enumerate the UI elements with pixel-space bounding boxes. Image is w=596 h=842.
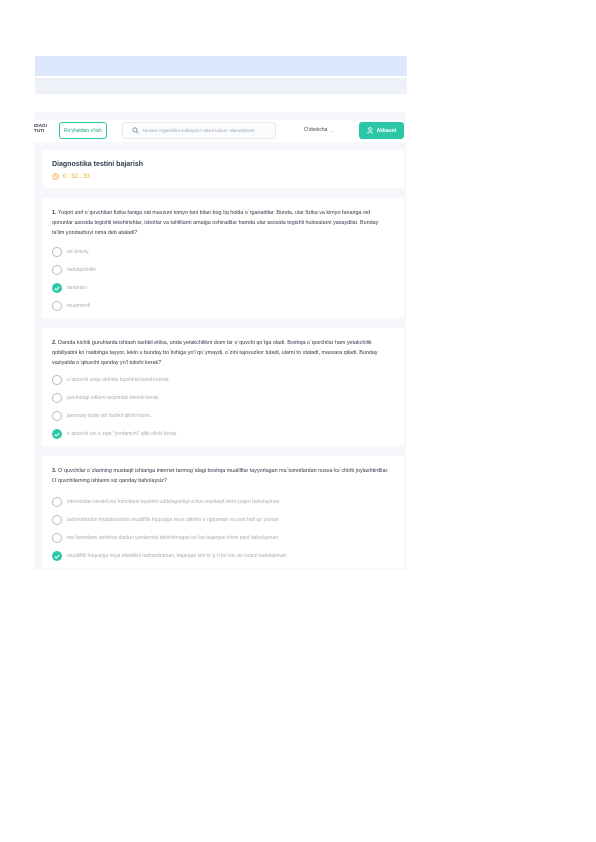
radio-button[interactable] (52, 393, 62, 403)
question-body: Darsda kichik guruhlarda ishlash tashkil… (52, 340, 378, 366)
radio-button[interactable] (52, 301, 62, 311)
answer-option[interactable]: jamoaviy ijodiy ish tashkil qilishi lozi… (52, 410, 151, 422)
option-label: fanlararo (67, 285, 87, 291)
question-card-3: 3. O`quvchilar o`zlarining mustaqil ishl… (42, 456, 404, 568)
option-label: axborotlardan foydalanishda mualliflik h… (67, 517, 279, 523)
answer-option[interactable]: tadqiqotchilik (52, 264, 96, 276)
radio-button[interactable] (52, 533, 62, 543)
language-selector[interactable]: O'zbekcha ⌄ (304, 124, 334, 136)
option-label: o`qituvchi uni o`ziga "yordamchi" qilib … (67, 431, 178, 437)
checkmark-icon[interactable] (52, 283, 62, 293)
option-label: guruhdagi rollarni taqsimlab berishi ker… (67, 395, 160, 401)
register-button[interactable]: Ro'yhatdan o'tish (59, 122, 107, 139)
question-card-1: 1. Yuqori sinf o`quvchilari fizika fanig… (42, 198, 404, 318)
search-placeholder: Nimani o'rganishni xohlaysiz? Misol uchu… (143, 128, 255, 133)
timer: 0 : 32 : 33 (52, 173, 90, 180)
radio-button[interactable] (52, 515, 62, 525)
option-label: tadqiqotchilik (67, 267, 96, 273)
answer-option[interactable]: an`anaviy (52, 246, 89, 258)
top-navigation: IDAGI TUTI Ro'yhatdan o'tish Nimani o'rg… (34, 120, 406, 142)
answer-option[interactable]: internetdan kerakli ma`lumotlarni topish… (52, 496, 279, 508)
radio-button[interactable] (52, 265, 62, 275)
account-label: Akkaunt (376, 127, 397, 134)
timer-value: 0 : 32 : 33 (63, 173, 90, 180)
answer-option-selected[interactable]: mualliflik huquqiga rioya etishlikni tus… (52, 550, 286, 562)
site-logo[interactable]: IDAGI TUTI (34, 123, 47, 133)
checkmark-icon[interactable] (52, 429, 62, 439)
test-header-card: Diagnostika testini bajarish 0 : 32 : 33 (42, 150, 404, 188)
option-label: an`anaviy (67, 249, 89, 255)
question-body: Yuqori sinf o`quvchilari fizika faniga o… (52, 210, 379, 236)
top-banner-bar (35, 56, 407, 76)
question-text: 2. Darsda kichik guruhlarda ishlash tash… (52, 338, 392, 368)
answer-option[interactable]: guruhdagi rollarni taqsimlab berishi ker… (52, 392, 160, 404)
question-body: O`quvchilar o`zlarining mustaqil ishlari… (52, 468, 389, 484)
question-number: 3. (52, 468, 57, 474)
search-icon (130, 126, 140, 136)
user-icon (366, 127, 373, 134)
account-button[interactable]: Akkaunt (359, 122, 404, 139)
sub-banner-bar (35, 78, 407, 94)
page-title: Diagnostika testini bajarish (52, 161, 144, 168)
answer-option[interactable]: axborotlardan foydalanishda mualliflik h… (52, 514, 279, 526)
question-card-2: 2. Darsda kichik guruhlarda ishlash tash… (42, 328, 404, 446)
option-label: ma`lumotlarni antivirus dasturi yordamid… (67, 535, 278, 541)
answer-option[interactable]: ma`lumotlarni antivirus dasturi yordamid… (52, 532, 278, 544)
page-frame: IDAGI TUTI Ro'yhatdan o'tish Nimani o'rg… (34, 112, 406, 570)
checkmark-icon[interactable] (52, 551, 62, 561)
answer-option[interactable]: o`qituvchi unga alohida topshiriq berish… (52, 374, 170, 386)
radio-button[interactable] (52, 497, 62, 507)
option-label: mualliflik huquqiga rioya etishlikni tus… (67, 553, 287, 559)
radio-button[interactable] (52, 411, 62, 421)
question-number: 1. (52, 210, 57, 216)
question-number: 2. (52, 340, 57, 346)
question-text: 1. Yuqori sinf o`quvchilari fizika fanig… (52, 208, 392, 238)
logo-line-2: TUTI (34, 128, 45, 133)
option-label: internetdan kerakli ma`lumotlarni topish… (67, 499, 280, 505)
answer-option[interactable]: muammoli (52, 300, 90, 312)
option-label: o`qituvchi unga alohida topshiriq berish… (67, 377, 170, 383)
chevron-down-icon: ⌄ (330, 127, 334, 133)
question-text: 3. O`quvchilar o`zlarining mustaqil ishl… (52, 466, 392, 486)
radio-button[interactable] (52, 247, 62, 257)
answer-option-selected[interactable]: fanlararo (52, 282, 87, 294)
answer-option-selected[interactable]: o`qituvchi uni o`ziga "yordamchi" qilib … (52, 428, 178, 440)
option-label: muammoli (67, 303, 91, 309)
language-label: O'zbekcha (304, 127, 328, 133)
clock-icon (52, 173, 59, 180)
radio-button[interactable] (52, 375, 62, 385)
search-input[interactable]: Nimani o'rganishni xohlaysiz? Misol uchu… (122, 122, 276, 139)
option-label: jamoaviy ijodiy ish tashkil qilishi lozi… (67, 413, 152, 419)
